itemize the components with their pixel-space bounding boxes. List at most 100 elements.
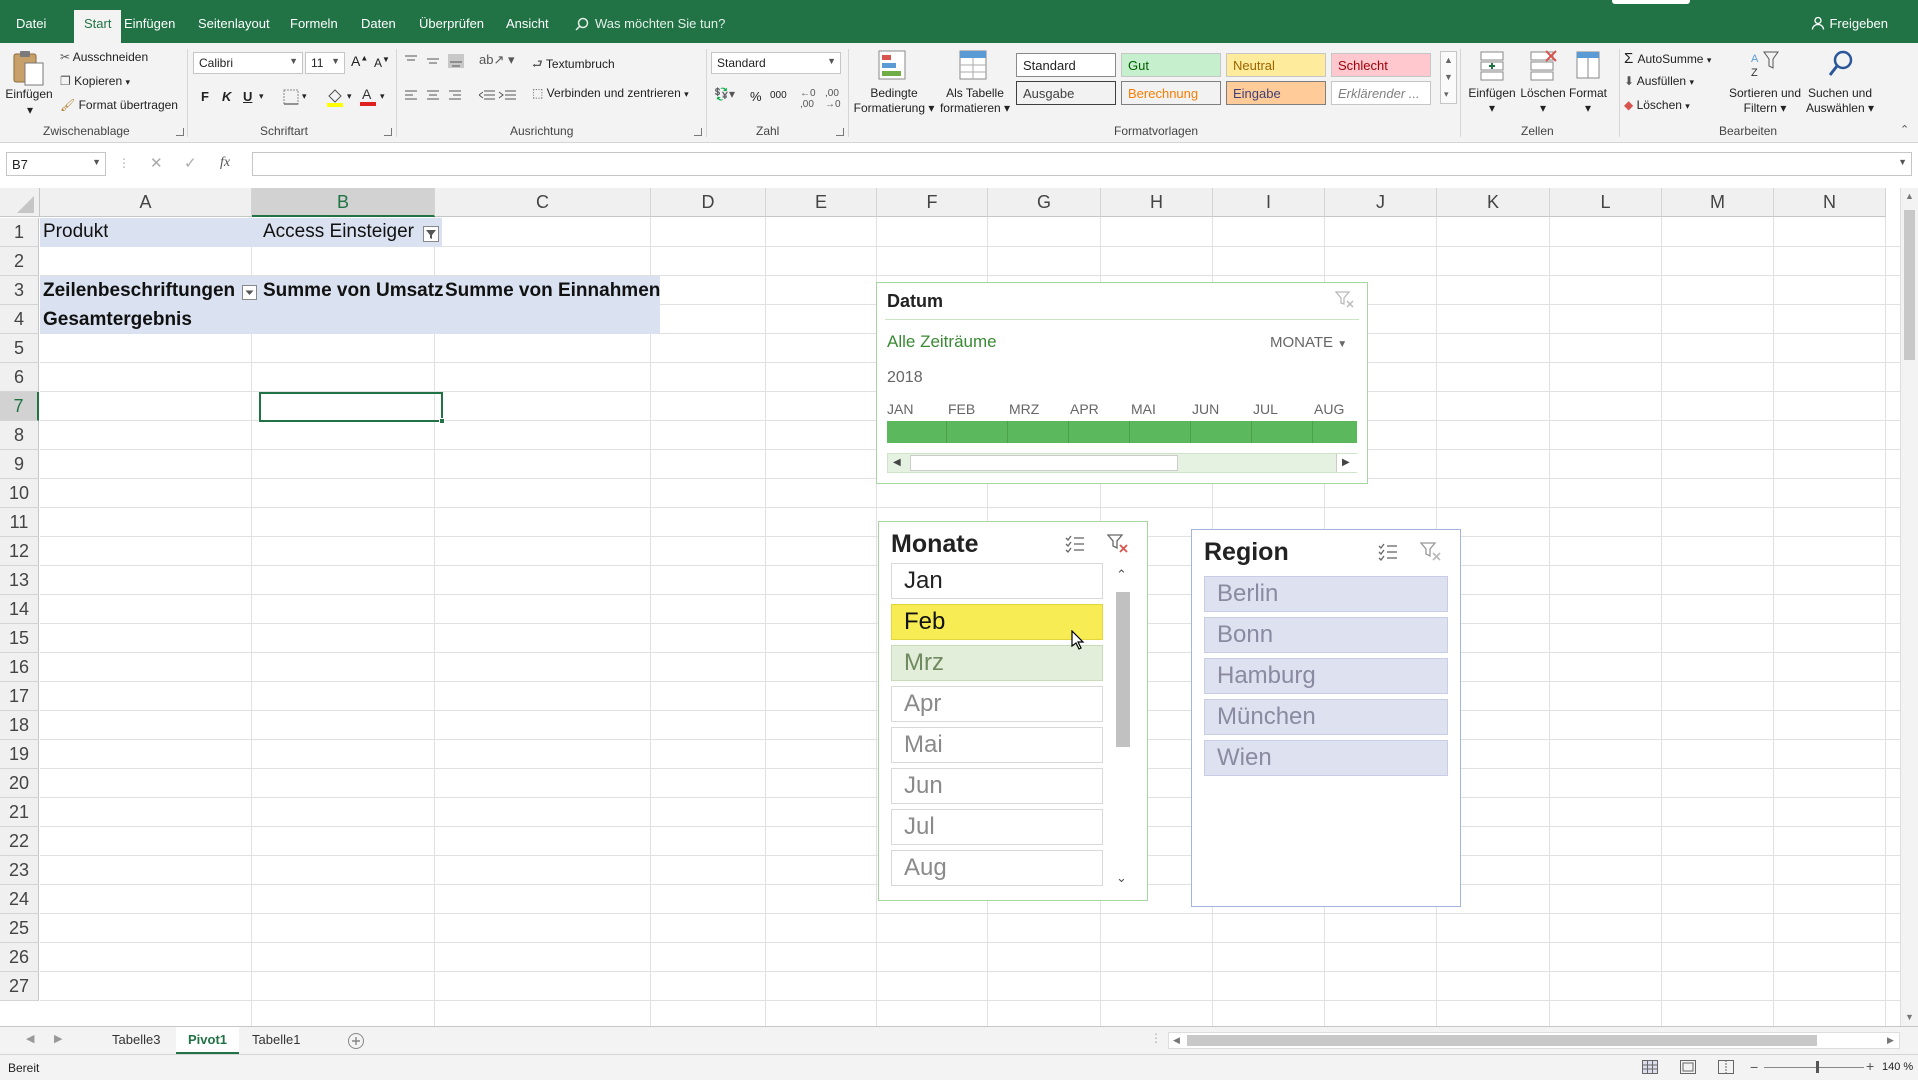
style-erklaerender[interactable]: Erklärender ... (1331, 81, 1431, 105)
expand-formula-icon[interactable]: ▼ (1898, 157, 1907, 167)
column-header-k[interactable]: K (1437, 188, 1550, 217)
page-break-view-icon[interactable] (1718, 1060, 1734, 1074)
column-header-e[interactable]: E (766, 188, 877, 217)
zoom-slider[interactable] (1764, 1067, 1864, 1068)
tab-daten[interactable]: Daten (361, 16, 396, 31)
font-launcher-icon[interactable] (384, 128, 392, 136)
multi-select-icon[interactable] (1065, 535, 1085, 553)
format-cells-button[interactable]: Format ▾ (1562, 86, 1614, 116)
pivot-row-labels-header[interactable]: Zeilenbeschriftungen (40, 280, 235, 302)
vertical-align-icons[interactable] (404, 54, 464, 68)
row-header-22[interactable]: 22 (0, 827, 39, 856)
row-header-4[interactable]: 4 (0, 305, 39, 334)
scroll-down-icon[interactable]: ▼ (1905, 1012, 1914, 1022)
font-name-combo[interactable]: Calibri ▼ (193, 52, 303, 74)
row-header-12[interactable]: 12 (0, 537, 39, 566)
clipboard-launcher-icon[interactable] (176, 128, 184, 136)
fill-color-icon[interactable] (326, 87, 344, 107)
chevron-down-icon[interactable]: ▾ (347, 91, 352, 102)
timeline-scrollbar[interactable]: ◀ ▶ (887, 453, 1357, 473)
timeline-month-feb[interactable]: FEB (948, 401, 975, 417)
format-as-table-icon[interactable] (958, 49, 990, 83)
scroll-right-button[interactable]: ▶ (1336, 454, 1357, 472)
shrink-font-button[interactable]: A▼ (374, 55, 390, 70)
paste-dropdown-icon[interactable]: ▾ (20, 103, 40, 118)
clear-filter-icon[interactable] (1107, 534, 1129, 554)
style-neutral[interactable]: Neutral (1226, 53, 1326, 77)
timeline-month-jan[interactable]: JAN (887, 401, 913, 417)
scroll-left-icon[interactable]: ◀ (893, 457, 901, 468)
pivot-sum-revenue-header[interactable]: Summe von Umsatz (260, 280, 444, 302)
style-eingabe[interactable]: Eingabe (1226, 81, 1326, 105)
row-header-14[interactable]: 14 (0, 595, 39, 624)
slicer-item-mrz[interactable]: Mrz (891, 645, 1103, 681)
timeline-month-jul[interactable]: JUL (1253, 401, 1278, 417)
find-select-icon[interactable] (1826, 49, 1856, 81)
row-header-24[interactable]: 24 (0, 885, 39, 914)
slicer-item-wien[interactable]: Wien (1204, 740, 1448, 776)
insert-function-button[interactable]: fx (220, 155, 230, 171)
grow-font-button[interactable]: A▲ (351, 53, 368, 69)
conditional-formatting-icon[interactable] (877, 49, 909, 83)
autosum-button[interactable]: Σ AutoSumme ▾ (1624, 50, 1711, 67)
share-button[interactable]: Freigeben (1811, 16, 1888, 31)
increase-decimal-button[interactable]: ←0,00 (800, 88, 816, 110)
multi-select-icon[interactable] (1378, 543, 1398, 561)
scroll-up-icon[interactable]: ▲ (1905, 191, 1914, 201)
style-schlecht[interactable]: Schlecht (1331, 53, 1431, 77)
scroll-right-icon[interactable]: ▶ (1887, 1035, 1894, 1046)
scroll-left-icon[interactable]: ◀ (1173, 1035, 1180, 1046)
format-as-table-button[interactable]: Als Tabelle formatieren ▾ (928, 86, 1022, 116)
slicer-item-apr[interactable]: Apr (891, 686, 1103, 722)
timeline-selection-bar[interactable] (887, 421, 1357, 443)
style-gut[interactable]: Gut (1121, 53, 1221, 77)
slicer-monate[interactable]: Monate Jan Feb Mrz Apr Mai Jun Jul Aug ⌃ ⌄ (878, 521, 1148, 901)
timeline-month-mrz[interactable]: MRZ (1009, 401, 1039, 417)
row-header-11[interactable]: 11 (0, 508, 39, 537)
fill-button[interactable]: ⬇ Ausfüllen ▾ (1624, 74, 1694, 88)
merge-center-button[interactable]: ⬚ Verbinden und zentrieren ▾ (532, 86, 689, 100)
horizontal-scroll-thumb[interactable] (1187, 1035, 1817, 1046)
sheet-tab-tabelle1[interactable]: Tabelle1 (240, 1027, 312, 1054)
decrease-decimal-button[interactable]: ,00 →0 (825, 88, 841, 110)
clear-filter-icon[interactable] (1335, 291, 1355, 309)
horizontal-align-icons[interactable] (404, 89, 462, 101)
scroll-down-icon[interactable]: ⌄ (1116, 870, 1127, 886)
collapse-ribbon-icon[interactable]: ⌃ (1900, 123, 1909, 136)
column-header-f[interactable]: F (877, 188, 988, 217)
timeline-month-apr[interactable]: APR (1070, 401, 1099, 417)
row-header-19[interactable]: 19 (0, 740, 39, 769)
slicer-item-aug[interactable]: Aug (891, 850, 1103, 886)
format-painter-button[interactable]: 🖌 Format übertragen (60, 98, 178, 112)
timeline-month-jun[interactable]: JUN (1192, 401, 1219, 417)
tab-einfuegen[interactable]: Einfügen (124, 16, 175, 31)
slicer-item-berlin[interactable]: Berlin (1204, 576, 1448, 612)
normal-view-icon[interactable] (1642, 1060, 1658, 1074)
horizontal-scrollbar[interactable]: ◀ ▶ (1168, 1032, 1900, 1049)
timeline-month-mai[interactable]: MAI (1131, 401, 1156, 417)
bold-button[interactable]: F (201, 89, 209, 104)
timeline-scroll-thumb[interactable] (910, 455, 1178, 471)
pivot-sum-income-header[interactable]: Summe von Einnahmen (442, 280, 660, 302)
name-box[interactable]: B7 ▼ (6, 152, 106, 176)
tab-ueberpruefen[interactable]: Überprüfen (419, 16, 484, 31)
column-header-h[interactable]: H (1101, 188, 1213, 217)
slicer-item-jul[interactable]: Jul (891, 809, 1103, 845)
pivot-filter-value[interactable]: Access Einsteiger (260, 221, 414, 243)
borders-icon[interactable] (283, 89, 299, 105)
confirm-entry-icon[interactable]: ✓ (184, 154, 197, 172)
select-all-corner[interactable] (0, 188, 40, 217)
slicer-item-mai[interactable]: Mai (891, 727, 1103, 763)
sheet-tab-pivot1[interactable]: Pivot1 (176, 1027, 240, 1054)
tab-formeln[interactable]: Formeln (290, 16, 338, 31)
active-cell-b7[interactable] (259, 392, 443, 422)
cut-button[interactable]: ✂ Ausschneiden (60, 50, 148, 64)
column-header-m[interactable]: M (1662, 188, 1774, 217)
percent-button[interactable]: % (750, 89, 762, 104)
zoom-level[interactable]: 140 % (1882, 1061, 1913, 1073)
filter-dropdown-icon[interactable] (423, 226, 439, 242)
row-header-1[interactable]: 1 (0, 218, 39, 247)
orientation-icon[interactable]: ab↗ ▾ (479, 52, 515, 68)
styles-gallery-scroll[interactable]: ▲ ▼ ▾ (1440, 51, 1457, 104)
column-header-c[interactable]: C (435, 188, 651, 217)
